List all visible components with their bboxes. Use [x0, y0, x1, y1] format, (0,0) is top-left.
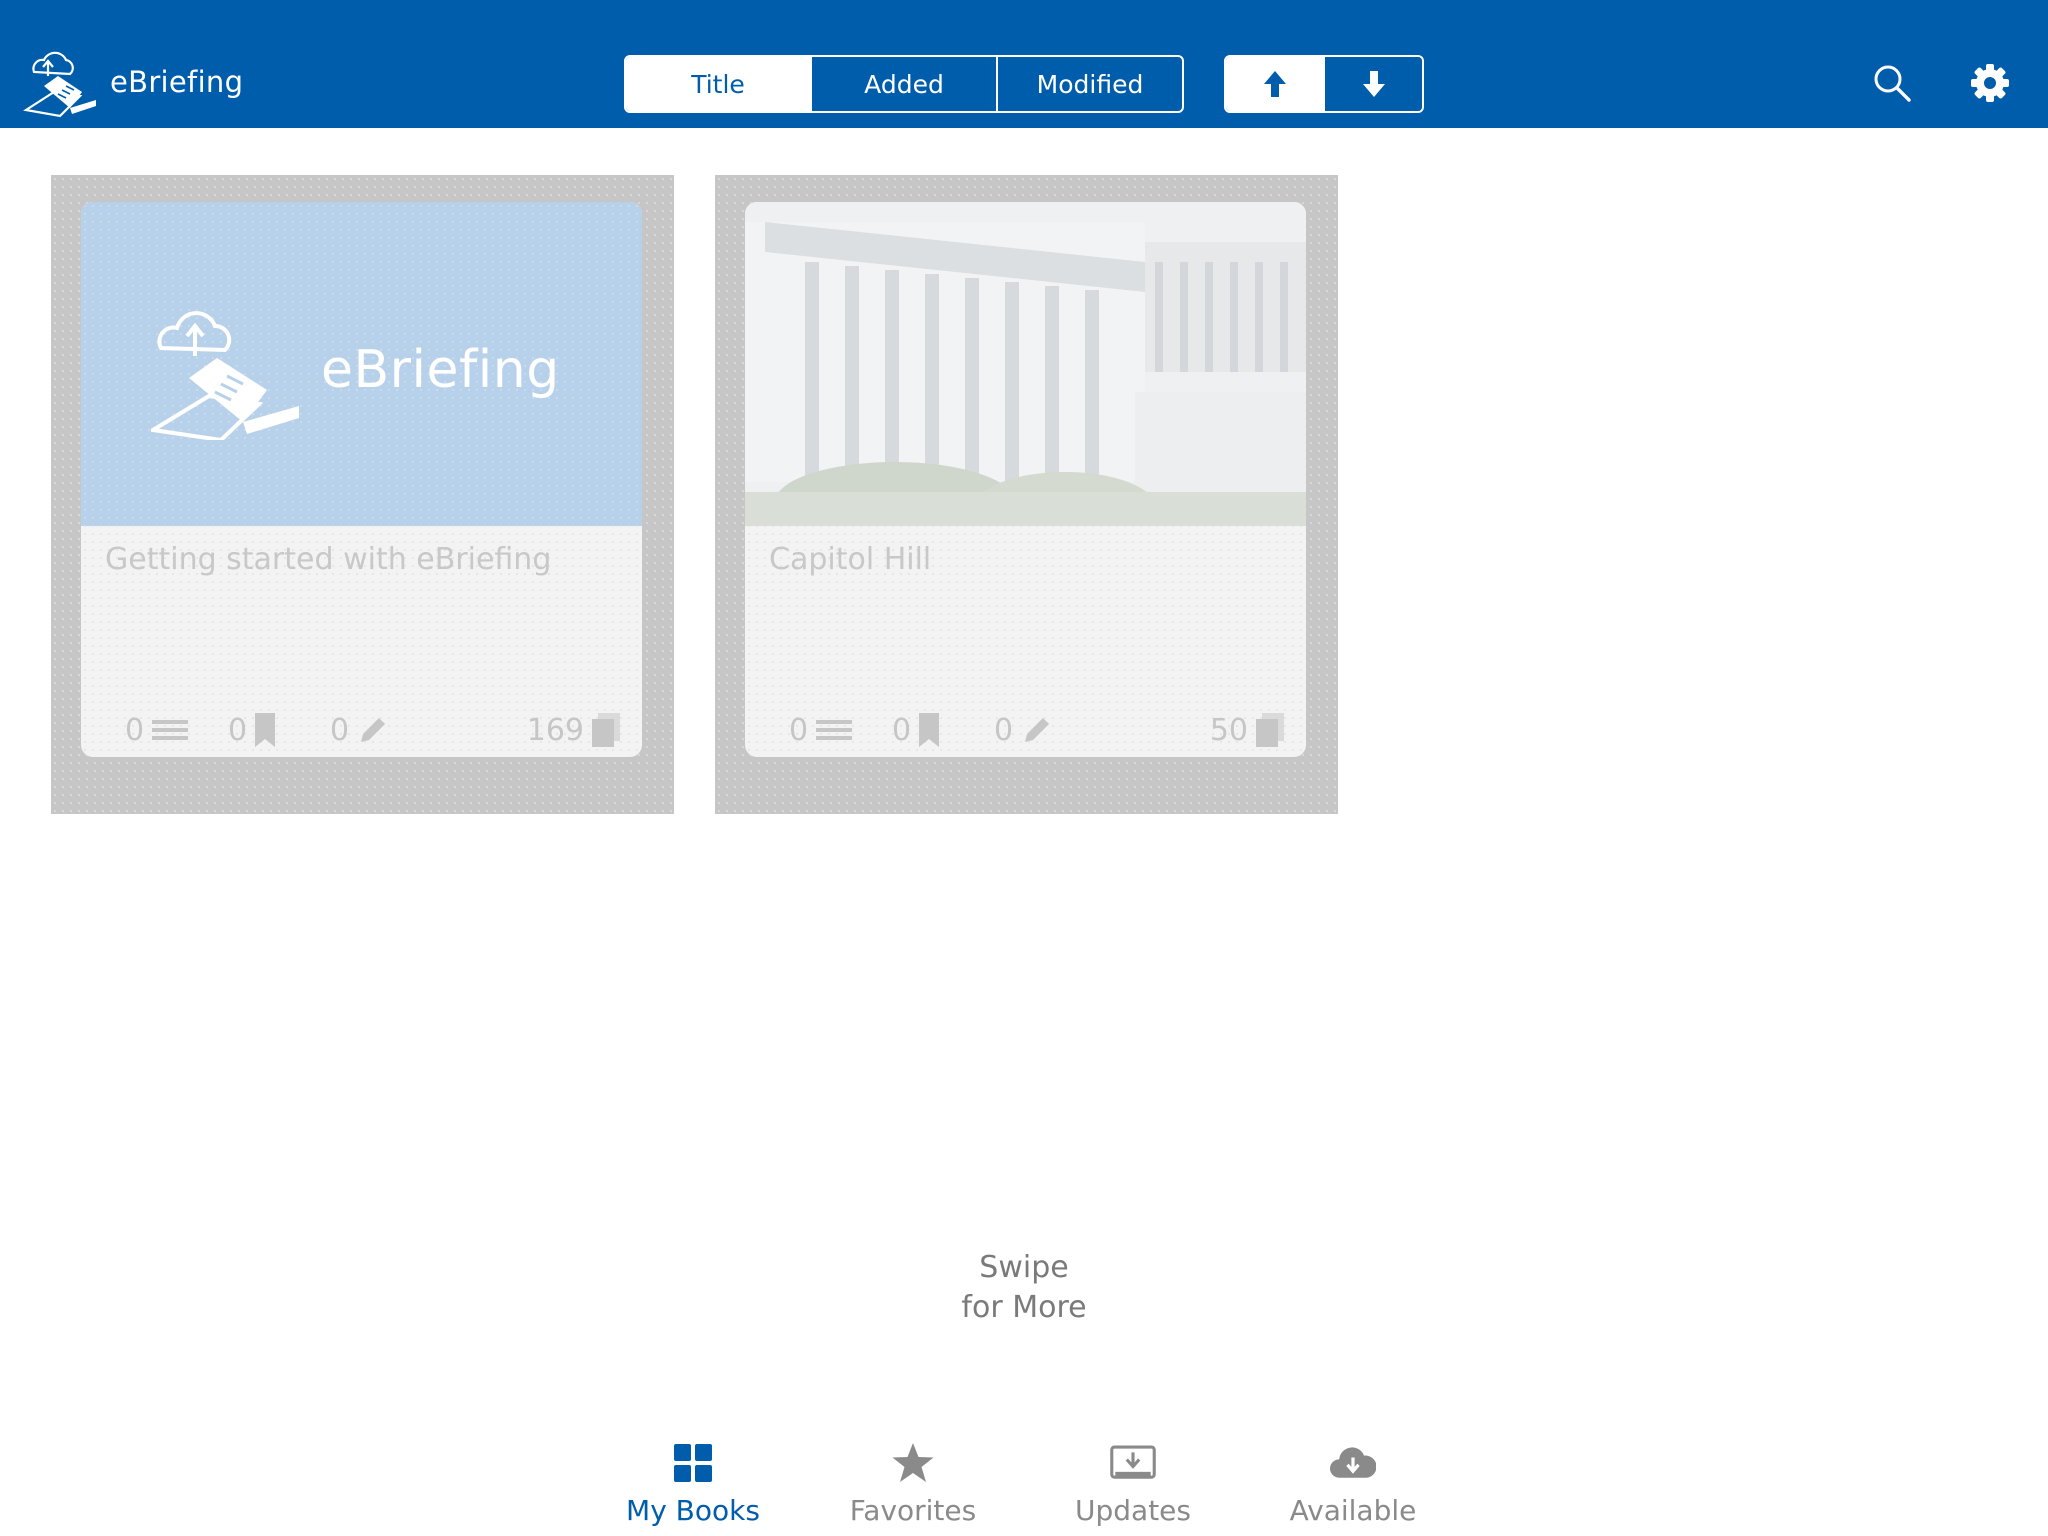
tab-favorites-label: Favorites: [849, 1494, 977, 1527]
swipe-hint: Swipe for More: [874, 1248, 1174, 1328]
cover-title: eBriefing: [321, 340, 560, 400]
notes-count: 0: [789, 710, 853, 750]
notes-count: 0: [125, 710, 189, 750]
pencil-icon: [361, 718, 386, 742]
annotations-count: 0: [994, 710, 1053, 750]
settings-button[interactable]: [1967, 60, 2013, 106]
pages-icon: [1256, 713, 1284, 747]
annotations-count: 0: [330, 710, 389, 750]
tab-my-books[interactable]: My Books: [603, 1440, 783, 1536]
sort-ascending-button[interactable]: [1226, 57, 1325, 111]
book-stats: 0 0 0: [745, 710, 1306, 750]
tab-available-label: Available: [1289, 1494, 1417, 1527]
pages-count-value: 169: [526, 712, 584, 748]
app-screen: eBriefing Title Added Modified eBriefing…: [0, 0, 2048, 1536]
search-button[interactable]: [1869, 60, 1915, 106]
ebriefing-logo-icon: [23, 51, 96, 118]
notes-count-value: 0: [789, 712, 809, 748]
pages-count-value: 50: [1209, 712, 1248, 748]
sort-segmented-control: Title Added Modified: [624, 55, 1184, 113]
book-cover: eBriefing: [81, 202, 642, 526]
arrow-up-icon: [1263, 71, 1286, 97]
book-title: Getting started with eBriefing: [105, 542, 552, 577]
book-tile[interactable]: eBriefing Getting started with eBriefing…: [51, 175, 674, 814]
notes-icon: [152, 720, 189, 740]
top-bar: eBriefing Title Added Modified: [0, 0, 2048, 128]
annotations-count-value: 0: [330, 712, 350, 748]
bookmarks-count-value: 0: [228, 712, 248, 748]
tab-my-books-label: My Books: [626, 1494, 760, 1527]
bookmarks-count: 0: [228, 710, 276, 750]
cloud-download-icon: [1330, 1440, 1376, 1486]
arrow-down-icon: [1362, 71, 1385, 97]
sort-order-control: [1224, 55, 1424, 113]
notes-icon: [816, 720, 853, 740]
pencil-icon: [1025, 718, 1050, 742]
sort-added-tab[interactable]: Added: [812, 57, 998, 111]
grid-icon: [670, 1440, 716, 1486]
swipe-hint-line1: Swipe: [979, 1250, 1069, 1285]
pages-count: 169: [527, 710, 620, 750]
annotations-count-value: 0: [994, 712, 1014, 748]
search-icon: [1874, 65, 1911, 102]
gear-icon: [1971, 64, 2009, 102]
app-brand: eBriefing: [22, 46, 243, 118]
app-title: eBriefing: [110, 65, 244, 99]
bookmark-icon: [255, 713, 276, 747]
sort-title-tab[interactable]: Title: [626, 57, 812, 111]
book-title: Capitol Hill: [769, 542, 932, 577]
notes-count-value: 0: [125, 712, 145, 748]
book-cover: [745, 202, 1306, 542]
bookmarks-count: 0: [892, 710, 940, 750]
tab-available[interactable]: Available: [1263, 1440, 1443, 1536]
book-card: eBriefing Getting started with eBriefing…: [81, 202, 642, 757]
tab-favorites[interactable]: Favorites: [823, 1440, 1003, 1536]
tab-updates-label: Updates: [1075, 1494, 1191, 1527]
updates-icon: [1110, 1440, 1156, 1486]
swipe-hint-line2: for More: [961, 1290, 1087, 1325]
sort-modified-tab[interactable]: Modified: [998, 57, 1182, 111]
sort-descending-button[interactable]: [1325, 57, 1422, 111]
star-icon: [890, 1440, 936, 1486]
book-stats: 0 0 0: [81, 710, 642, 750]
pages-count: 50: [1210, 710, 1284, 750]
capitol-building-image: [745, 202, 1306, 542]
pages-icon: [592, 713, 620, 747]
bookmark-icon: [919, 713, 940, 747]
tab-updates[interactable]: Updates: [1043, 1440, 1223, 1536]
bookmarks-count-value: 0: [892, 712, 912, 748]
ebriefing-logo-icon: [151, 311, 299, 440]
book-tile[interactable]: Capitol Hill 0 0 0 50: [715, 175, 1338, 814]
book-card: Capitol Hill 0 0 0 50: [745, 202, 1306, 757]
